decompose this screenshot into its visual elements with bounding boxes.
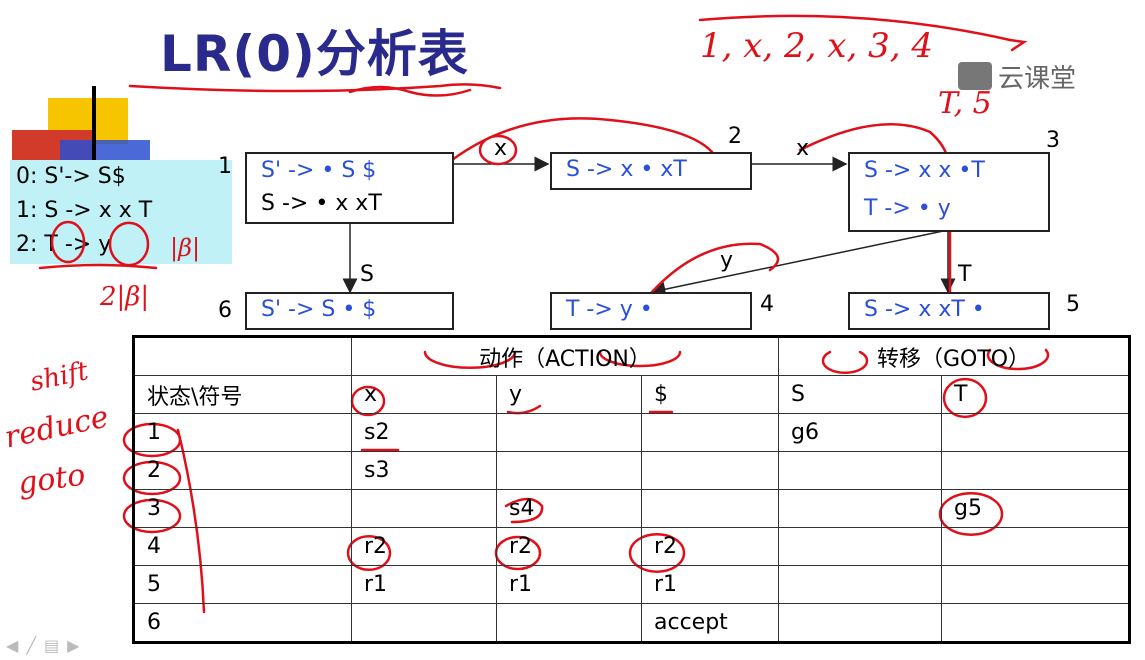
table-cell xyxy=(778,527,942,566)
table-cell: 2 xyxy=(133,451,352,490)
state-4-item-0: T -> y • xyxy=(566,297,653,322)
edge-3-4 xyxy=(650,229,949,297)
state-box-3: S -> x x •T T -> • y xyxy=(848,152,1050,232)
table-cell: r2 xyxy=(641,527,779,566)
table-cell: r1 xyxy=(496,565,642,604)
edge-label-1-2: x xyxy=(494,136,508,161)
table-cell: 5 xyxy=(133,565,352,604)
table-cell: g6 xyxy=(778,413,942,452)
table-row: 6 accept xyxy=(133,603,1130,643)
table-cell: 1 xyxy=(133,413,352,452)
column-header: y xyxy=(496,375,642,414)
edge-label-3-4: y xyxy=(720,248,734,273)
table-cell xyxy=(496,603,642,643)
state-3-item-0: S -> x x •T xyxy=(864,158,985,183)
state-3-item-1: T -> • y xyxy=(864,196,951,221)
table-cell xyxy=(351,489,497,528)
table-cell xyxy=(351,603,497,643)
column-header: 状态\符号 xyxy=(133,375,352,414)
table-cell: r2 xyxy=(496,527,642,566)
ink-t5-note: T, 5 xyxy=(938,86,992,121)
column-header: $ xyxy=(641,375,779,414)
table-cell xyxy=(641,451,779,490)
table-cell xyxy=(778,603,942,643)
state-5-item-0: S -> x xT • xyxy=(864,297,985,322)
state-6-number: 6 xyxy=(218,298,232,323)
column-header: T xyxy=(941,375,1130,414)
lr0-parse-table: 动作（ACTION） 转移（GOTO） 状态\符号 x y $ S T 1 s2… xyxy=(132,335,1131,644)
state-6-item-0: S' -> S • $ xyxy=(261,297,377,322)
state-2-item-0: S -> x • xT xyxy=(566,157,687,182)
ink-beta-len-note: |β| xyxy=(170,234,201,262)
state-box-6: S' -> S • $ xyxy=(245,292,454,330)
ink-beta-note: 2|β| xyxy=(100,282,150,312)
table-cell xyxy=(941,451,1130,490)
table-row: 4 r2 r2 r2 xyxy=(133,527,1130,566)
state-1-item-0: S' -> • S $ xyxy=(261,158,377,183)
state-box-5: S -> x xT • xyxy=(848,292,1050,330)
table-cell: g5 xyxy=(941,489,1130,528)
table-row: 2 s3 xyxy=(133,451,1130,490)
table-cell xyxy=(941,527,1130,566)
state-3-number: 3 xyxy=(1046,128,1060,153)
table-cell: s2 xyxy=(351,413,497,452)
table-cell: r1 xyxy=(641,565,779,604)
table-row: 3 s4 g5 xyxy=(133,489,1130,528)
table-cell xyxy=(641,413,779,452)
goto-group-header: 转移（GOTO） xyxy=(778,336,1130,376)
ink-sequence-note: 1, x, 2, x, 3, 4 xyxy=(700,26,933,66)
state-2-number: 2 xyxy=(728,124,742,149)
table-cell xyxy=(496,451,642,490)
next-slide-icon[interactable]: ▶ xyxy=(67,636,87,655)
state-1-item-1: S -> • x xT xyxy=(261,191,382,216)
menu-icon[interactable]: ▤ xyxy=(44,636,67,655)
table-header-row: 状态\符号 x y $ S T xyxy=(133,375,1130,414)
table-cell: accept xyxy=(641,603,779,643)
column-header: x xyxy=(351,375,497,414)
edge-label-1-6: S xyxy=(360,262,374,287)
state-box-4: T -> y • xyxy=(550,292,752,330)
table-group-header-row: 动作（ACTION） 转移（GOTO） xyxy=(133,336,1130,376)
table-cell xyxy=(941,413,1130,452)
table-cell: 3 xyxy=(133,489,352,528)
state-5-number: 5 xyxy=(1066,292,1080,317)
edge-label-3-5: T xyxy=(958,262,972,287)
pen-icon[interactable]: ╱ xyxy=(26,636,44,655)
action-group-header: 动作（ACTION） xyxy=(351,336,779,376)
table-row: 5 r1 r1 r1 xyxy=(133,565,1130,604)
table-cell: s3 xyxy=(351,451,497,490)
prev-slide-icon[interactable]: ◀ xyxy=(6,636,26,655)
table-cell xyxy=(641,489,779,528)
state-box-1: S' -> • S $ S -> • x xT xyxy=(245,152,454,224)
table-cell xyxy=(496,413,642,452)
table-corner-cell xyxy=(133,336,352,376)
table-cell xyxy=(941,603,1130,643)
table-cell xyxy=(941,565,1130,604)
state-4-number: 4 xyxy=(760,292,774,317)
slide-nav-controls[interactable]: ◀╱▤▶ xyxy=(6,636,87,655)
table-row: 1 s2 g6 xyxy=(133,413,1130,452)
table-cell: s4 xyxy=(496,489,642,528)
column-header: S xyxy=(778,375,942,414)
state-1-number: 1 xyxy=(218,154,232,179)
table-cell: 4 xyxy=(133,527,352,566)
table-cell: r1 xyxy=(351,565,497,604)
state-box-2: S -> x • xT xyxy=(550,152,752,190)
table-cell: r2 xyxy=(351,527,497,566)
table-cell xyxy=(778,489,942,528)
edge-label-2-3: x xyxy=(796,136,810,161)
table-cell xyxy=(778,451,942,490)
table-cell xyxy=(778,565,942,604)
table-cell: 6 xyxy=(133,603,352,643)
